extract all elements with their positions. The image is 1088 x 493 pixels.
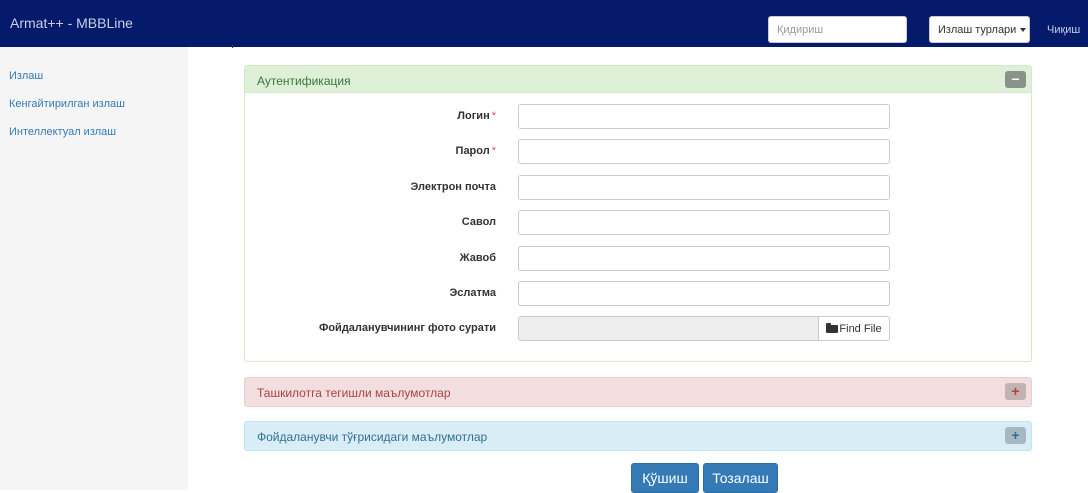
password-input[interactable] (518, 139, 890, 164)
panel-authentication: Аутентификация − Логин * Парол * Электрон … (244, 65, 1032, 362)
sidebar-item-advanced-search[interactable]: Кенгайтирилган излаш (9, 98, 125, 110)
photo-file-display[interactable] (518, 316, 818, 341)
required-mark: * (491, 110, 496, 122)
expand-plus-icon[interactable]: + (1005, 383, 1026, 400)
sidebar-item-intelligent-search[interactable]: Интеллектуал излаш (9, 126, 116, 138)
user-photo-label: Фойдаланувчининг фото сурати (318, 322, 496, 334)
logout-link[interactable]: Чиқиш (1047, 24, 1080, 36)
expand-plus-icon[interactable]: + (1005, 427, 1026, 444)
email-input[interactable] (518, 175, 890, 200)
question-label: Савол (461, 216, 496, 228)
search-types-dropdown[interactable]: Излаш турлари (929, 16, 1030, 43)
answer-label: Жавоб (459, 252, 496, 264)
sidebar-item-search[interactable]: Излаш (9, 70, 43, 82)
panel-organization-header[interactable]: Ташкилотга тегишли маълумотлар + (245, 378, 1031, 406)
answer-input[interactable] (518, 246, 890, 271)
search-types-label: Излаш турлари (938, 23, 1017, 36)
note-label: Эслатма (449, 287, 496, 299)
panel-authentication-title: Аутентификация (257, 74, 351, 88)
brand-title[interactable]: Armat++ - MBBLine (10, 15, 133, 31)
divider-mark (232, 44, 233, 48)
clear-button[interactable]: Тозалаш (703, 463, 778, 493)
search-input[interactable] (768, 16, 907, 43)
sidebar: Излаш Кенгайтирилган излаш Интеллектуал … (0, 47, 188, 490)
folder-open-icon (826, 322, 839, 333)
email-label: Электрон почта (410, 181, 496, 193)
panel-organization-title: Ташкилотга тегишли маълумотлар (257, 386, 451, 400)
collapse-minus-icon[interactable]: − (1005, 71, 1026, 88)
login-label: Логин * (457, 110, 496, 122)
add-button[interactable]: Қўшиш (631, 463, 699, 493)
login-input[interactable] (518, 104, 890, 129)
panel-user-info-header[interactable]: Фойдаланувчи тўғрисидаги маълумотлар + (245, 422, 1031, 450)
note-input[interactable] (518, 281, 890, 306)
question-input[interactable] (518, 210, 890, 235)
find-file-button[interactable]: Find File (818, 316, 890, 341)
top-navbar: Armat++ - MBBLine Излаш турлари Чиқиш (0, 0, 1088, 47)
caret-down-icon (1020, 27, 1027, 32)
find-file-label: Find File (839, 322, 882, 335)
panel-user-info: Фойдаланувчи тўғрисидаги маълумотлар + (244, 421, 1032, 451)
panel-organization: Ташкилотга тегишли маълумотлар + (244, 377, 1032, 407)
password-label: Парол * (455, 145, 496, 157)
panel-authentication-header[interactable]: Аутентификация − (245, 66, 1031, 93)
panel-user-info-title: Фойдаланувчи тўғрисидаги маълумотлар (257, 430, 488, 444)
required-mark: * (491, 145, 496, 157)
